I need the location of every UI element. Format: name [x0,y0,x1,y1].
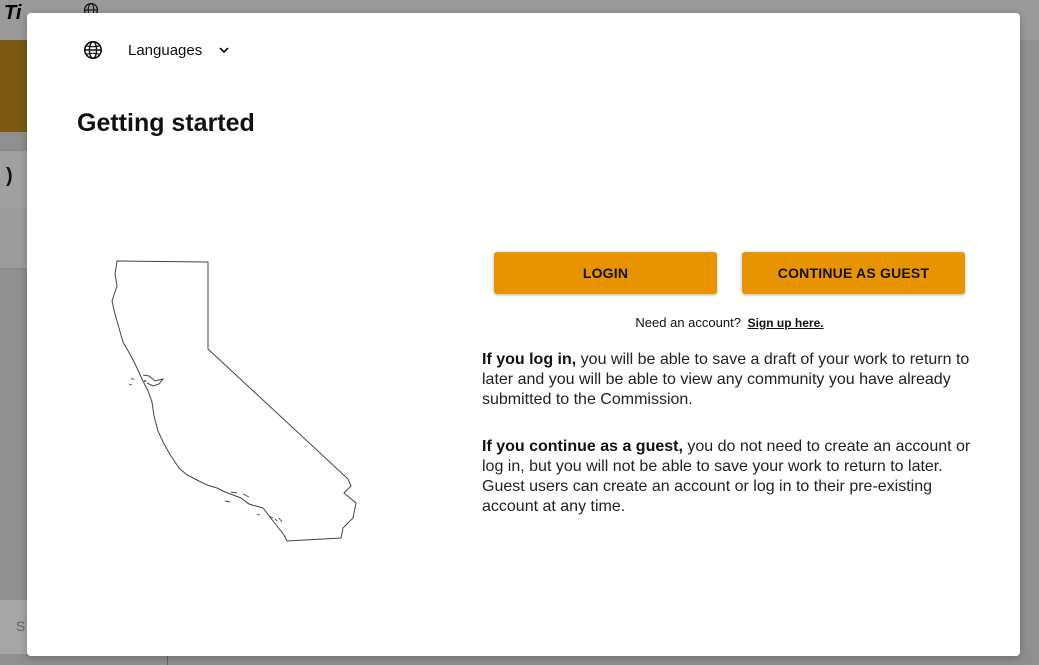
signup-prompt: Need an account? Sign up here. [494,315,965,330]
continue-as-guest-button[interactable]: CONTINUE AS GUEST [742,252,965,294]
getting-started-modal: Languages Getting started LOGIN CONTINUE… [27,13,1020,656]
background-section [0,208,28,269]
chevron-down-icon [219,47,229,54]
background-title: Ti [4,2,22,24]
background-text: ) [6,165,13,187]
guest-info-lead: If you continue as a guest, [482,438,683,455]
signup-link[interactable]: Sign up here. [748,316,824,330]
language-selector-label: Languages [128,41,203,59]
language-selector[interactable]: Languages [83,39,230,61]
login-info-lead: If you log in, [482,351,577,368]
guest-info-paragraph: If you continue as a guest, you do not n… [482,437,977,517]
background-banner [0,40,28,132]
background-section [0,150,28,210]
california-map-image [111,260,357,542]
modal-title: Getting started [77,109,255,137]
signup-prompt-text: Need an account? [635,315,741,330]
background-letter: S [16,618,26,634]
login-info-paragraph: If you log in, you will be able to save … [482,350,977,410]
login-button[interactable]: LOGIN [494,252,717,294]
globe-icon [84,41,102,59]
